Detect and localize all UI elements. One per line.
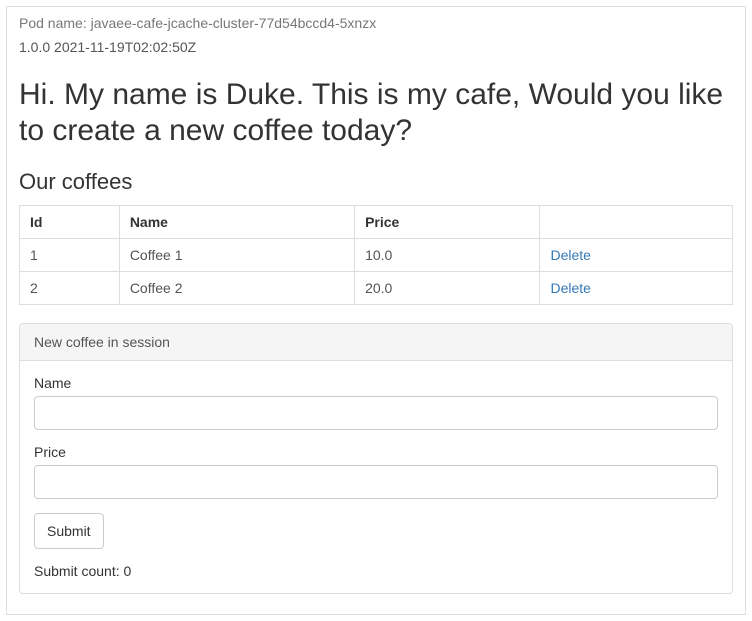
delete-link[interactable]: Delete — [550, 280, 590, 296]
cell-actions: Delete — [540, 239, 733, 272]
cell-price: 20.0 — [355, 272, 540, 305]
cell-id: 2 — [20, 272, 120, 305]
pod-name-label: Pod name: — [19, 15, 87, 31]
form-group-price: Price — [34, 444, 718, 499]
submit-count-value: 0 — [124, 563, 132, 579]
pod-name-line: Pod name: javaee-cafe-jcache-cluster-77d… — [19, 15, 733, 31]
form-group-name: Name — [34, 375, 718, 430]
table-row: 1 Coffee 1 10.0 Delete — [20, 239, 733, 272]
submit-count-label: Submit count: — [34, 563, 120, 579]
cell-name: Coffee 1 — [119, 239, 354, 272]
price-label: Price — [34, 444, 718, 460]
submit-count-line: Submit count: 0 — [34, 563, 718, 579]
delete-link[interactable]: Delete — [550, 247, 590, 263]
cell-actions: Delete — [540, 272, 733, 305]
page-container: Pod name: javaee-cafe-jcache-cluster-77d… — [6, 6, 746, 615]
table-row: 2 Coffee 2 20.0 Delete — [20, 272, 733, 305]
col-header-id: Id — [20, 206, 120, 239]
coffees-table: Id Name Price 1 Coffee 1 10.0 Delete 2 C… — [19, 205, 733, 305]
panel-body: Name Price Submit Submit count: 0 — [20, 361, 732, 593]
page-title: Hi. My name is Duke. This is my cafe, Wo… — [19, 77, 733, 149]
submit-button[interactable]: Submit — [34, 513, 104, 549]
panel-heading: New coffee in session — [20, 324, 732, 361]
price-input[interactable] — [34, 465, 718, 499]
col-header-price: Price — [355, 206, 540, 239]
col-header-actions — [540, 206, 733, 239]
pod-name-value: javaee-cafe-jcache-cluster-77d54bccd4-5x… — [91, 15, 377, 31]
cell-name: Coffee 2 — [119, 272, 354, 305]
new-coffee-panel: New coffee in session Name Price Submit … — [19, 323, 733, 594]
build-info: 1.0.0 2021-11-19T02:02:50Z — [19, 39, 733, 55]
table-header-row: Id Name Price — [20, 206, 733, 239]
name-input[interactable] — [34, 396, 718, 430]
name-label: Name — [34, 375, 718, 391]
cell-id: 1 — [20, 239, 120, 272]
cell-price: 10.0 — [355, 239, 540, 272]
coffees-subheading: Our coffees — [19, 169, 733, 195]
col-header-name: Name — [119, 206, 354, 239]
